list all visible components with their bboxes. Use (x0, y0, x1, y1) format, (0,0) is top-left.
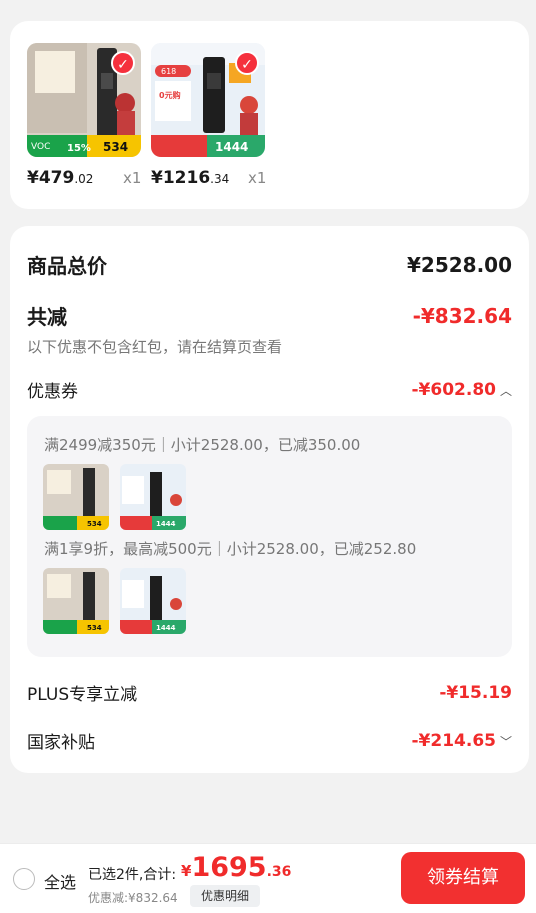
reduce-value: -¥832.64 (412, 303, 512, 328)
discount-detail-button[interactable]: 优惠明细 (190, 885, 260, 907)
svg-text:15%: 15% (67, 143, 91, 154)
svg-text:534: 534 (87, 624, 102, 632)
coupon-detail-panel: 满2499减350元｜小计2528.00，已减350.00 534 1444 满… (27, 416, 512, 657)
svg-text:1444: 1444 (215, 140, 248, 154)
total-label: 商品总价 (27, 254, 107, 278)
coupon-line-2: 满1享9折，最高减500元｜小计2528.00，已减252.80 (44, 540, 417, 558)
coupon-value-group[interactable]: -¥602.80 ︿ (411, 380, 512, 400)
discount-summary: 优惠减:¥832.64 (88, 891, 178, 905)
coupon-1-product-1-thumb: 534 (43, 464, 109, 530)
coupon-1-product-2-thumb: 1444 (120, 464, 186, 530)
subsidy-label: 国家补贴 (27, 733, 95, 753)
svg-text:1444: 1444 (156, 520, 176, 528)
plus-label: PLUS专享立减 (27, 685, 138, 705)
subsidy-row[interactable]: 国家补贴 -¥214.65 ﹀ (27, 728, 512, 754)
svg-text:0元购: 0元购 (159, 90, 181, 100)
subsidy-value: -¥214.65 (411, 730, 496, 751)
discount-note: 以下优惠不包含红包，请在结算页查看 (27, 338, 283, 356)
coupon-2-product-1-thumb: 534 (43, 568, 109, 634)
total-value: ¥2528.00 (406, 252, 512, 277)
coupon-label: 优惠券 (27, 382, 78, 402)
product-1-thumbnail[interactable]: VOC 15% 534 ✓ (27, 43, 141, 157)
svg-text:534: 534 (103, 140, 128, 154)
select-all-radio[interactable] (13, 868, 35, 890)
price-summary-card: 商品总价 ¥2528.00 共减 -¥832.64 以下优惠不包含红包，请在结算… (10, 226, 529, 773)
product-2-qty: x1 (248, 169, 267, 187)
svg-text:534: 534 (87, 520, 102, 528)
reduce-row: 共减 -¥832.64 (27, 301, 512, 330)
total-price: ¥1695.36 (181, 852, 292, 883)
chevron-up-icon[interactable]: ︿ (500, 384, 512, 398)
product-1-qty: x1 (123, 169, 142, 187)
plus-row: PLUS专享立减 -¥15.19 (27, 680, 512, 706)
cart-items-card: VOC 15% 534 ✓ ¥479.02 x1 1444 618 0元购 ✓ (10, 21, 529, 209)
reduce-label: 共减 (27, 305, 67, 329)
coupon-value: -¥602.80 (411, 379, 496, 400)
subsidy-value-group[interactable]: -¥214.65 ﹀ (411, 731, 512, 751)
selected-count: 已选2件,合计: (88, 867, 177, 883)
check-icon[interactable]: ✓ (235, 51, 259, 75)
coupon-2-product-2-thumb: 1444 (120, 568, 186, 634)
checkout-button[interactable]: 领券结算 (401, 852, 525, 904)
product-2-thumbnail[interactable]: 1444 618 0元购 ✓ (151, 43, 265, 157)
product-1-price: ¥479.02 (27, 168, 94, 188)
coupon-row[interactable]: 优惠券 -¥602.80 ︿ (27, 377, 512, 403)
coupon-line-1: 满2499减350元｜小计2528.00，已减350.00 (44, 436, 361, 454)
product-2-price: ¥1216.34 (151, 168, 230, 188)
total-row: 商品总价 ¥2528.00 (27, 250, 512, 279)
check-icon[interactable]: ✓ (111, 51, 135, 75)
svg-text:618: 618 (161, 67, 176, 76)
plus-value: -¥15.19 (439, 682, 512, 703)
checkout-bar: 全选 已选2件,合计: ¥1695.36 优惠减:¥832.64 优惠明细 领券… (0, 843, 536, 913)
select-all-label[interactable]: 全选 (44, 869, 76, 893)
svg-text:1444: 1444 (156, 624, 176, 632)
chevron-down-icon[interactable]: ﹀ (500, 735, 512, 749)
svg-text:VOC: VOC (31, 142, 50, 152)
